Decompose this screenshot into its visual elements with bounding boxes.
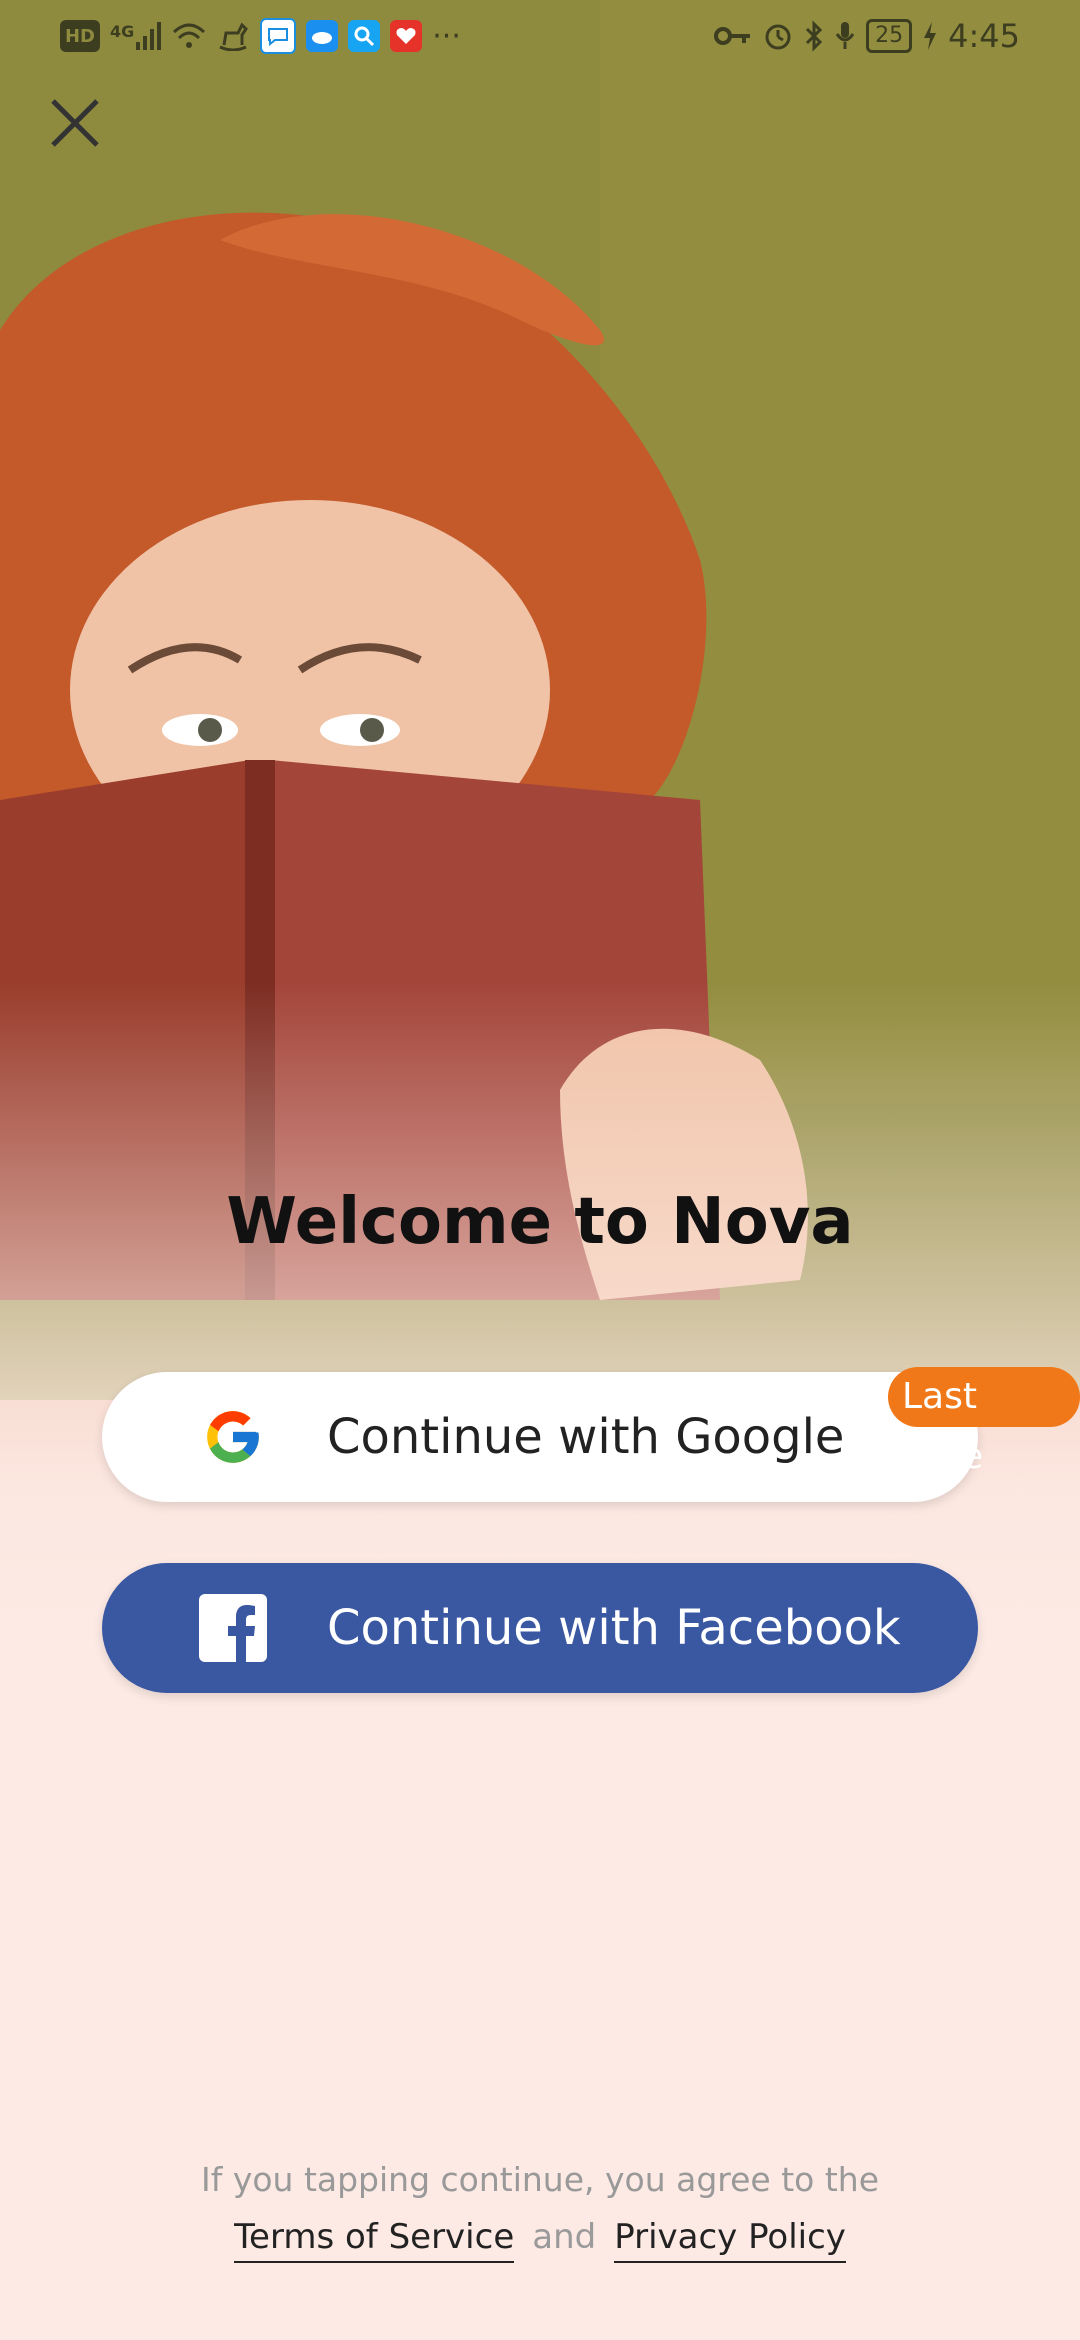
alarm-icon bbox=[765, 24, 791, 50]
charging-icon bbox=[924, 22, 937, 50]
background-fade bbox=[0, 0, 1080, 2340]
facebook-logo-icon bbox=[198, 1593, 268, 1663]
bluetooth-icon bbox=[806, 20, 823, 52]
shopping-app-icon bbox=[390, 20, 423, 52]
privacy-policy-link[interactable]: Privacy Policy bbox=[614, 2217, 846, 2263]
status-left-icons: HD 4G ··· bbox=[60, 18, 461, 54]
hd-icon: HD bbox=[60, 20, 100, 52]
wifi-icon bbox=[173, 23, 206, 48]
weather-app-icon bbox=[306, 20, 339, 52]
welcome-title: Welcome to Nova bbox=[226, 1185, 854, 1259]
key-icon bbox=[714, 27, 751, 45]
login-screen: HD 4G ··· 25 4:45 Welcome to Nova Contin… bbox=[0, 0, 1080, 2340]
close-button[interactable] bbox=[42, 90, 108, 156]
more-icon: ··· bbox=[432, 18, 461, 54]
battery-indicator: 25 bbox=[866, 19, 913, 53]
close-icon bbox=[51, 99, 99, 147]
microphone-icon bbox=[835, 22, 855, 49]
clock: 4:45 bbox=[948, 17, 1020, 55]
terms-of-service-link[interactable]: Terms of Service bbox=[234, 2217, 515, 2263]
continue-with-google-button[interactable]: Continue with Google bbox=[102, 1372, 978, 1502]
continue-with-facebook-button[interactable]: Continue with Facebook bbox=[102, 1563, 978, 1693]
google-button-label: Continue with Google bbox=[327, 1409, 845, 1465]
status-bar: HD 4G ··· 25 4:45 bbox=[0, 0, 1080, 72]
network-type-label: 4G bbox=[110, 22, 135, 41]
google-logo-icon bbox=[198, 1402, 268, 1472]
legal-notice: If you tapping continue, you agree to th… bbox=[200, 2160, 879, 2199]
signal-4g-icon: 4G bbox=[110, 22, 162, 50]
legal-links: Terms of Service and Privacy Policy bbox=[0, 2217, 1080, 2263]
status-right-icons: 25 4:45 bbox=[714, 17, 1020, 55]
and-text: and bbox=[532, 2217, 597, 2257]
search-app-icon bbox=[348, 20, 381, 52]
last-time-badge: Last time bbox=[888, 1367, 1080, 1477]
rocking-horse-icon bbox=[219, 22, 249, 51]
facebook-button-label: Continue with Facebook bbox=[327, 1600, 901, 1656]
chat-app-icon bbox=[260, 18, 297, 54]
